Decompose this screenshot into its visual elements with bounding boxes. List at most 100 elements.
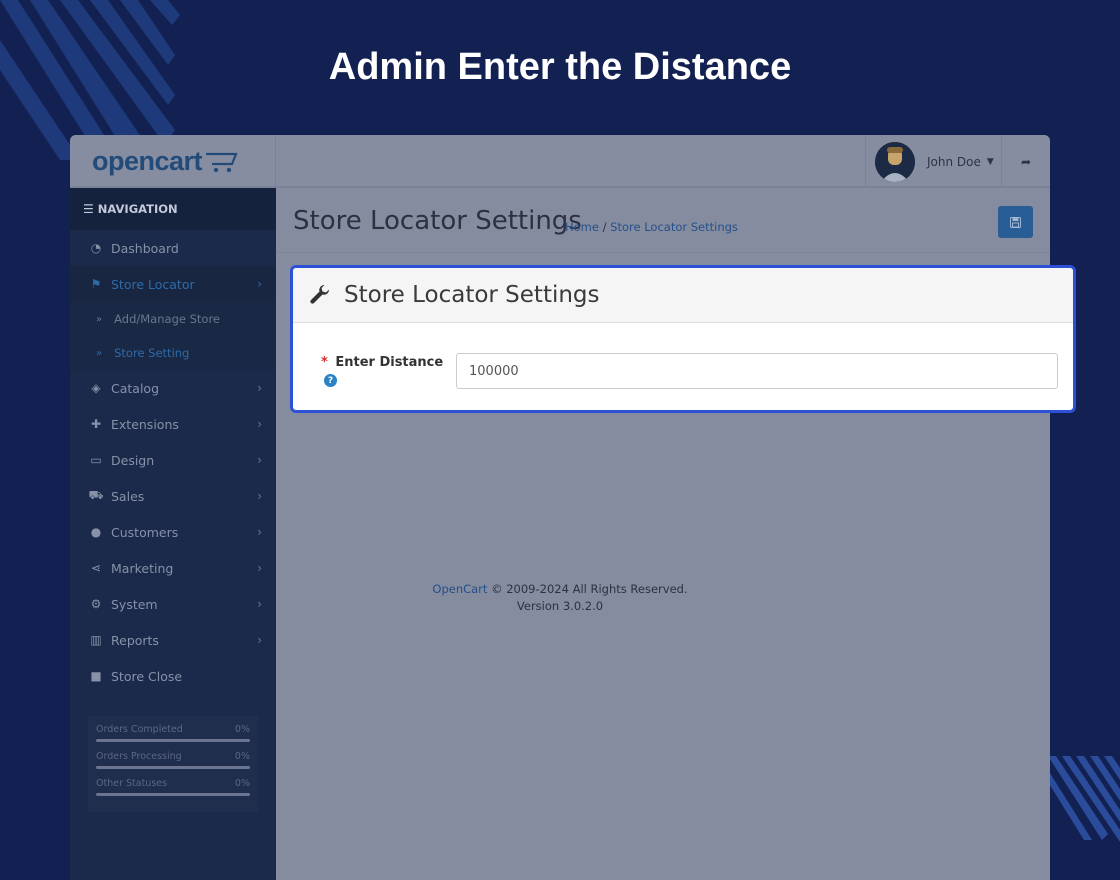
sidebar-item-label: Customers: [111, 524, 179, 540]
sidebar-item-catalog[interactable]: ◈ Catalog ›: [70, 370, 276, 406]
lock-icon: ■: [90, 669, 102, 683]
stat-label: Other Statuses: [96, 778, 168, 789]
flag-icon: ⚑: [90, 277, 102, 291]
cart-logo-icon: [206, 152, 238, 172]
stat-orders-completed: Orders Completed 0%: [96, 724, 250, 742]
sidebar-item-marketing[interactable]: ⋖ Marketing ›: [70, 550, 276, 586]
stat-progress-bar: [96, 793, 250, 796]
help-icon[interactable]: ?: [324, 374, 337, 387]
panel-header: Store Locator Settings: [293, 268, 1073, 323]
breadcrumb-current-link[interactable]: Store Locator Settings: [610, 220, 738, 234]
sidebar-item-label: Reports: [111, 632, 159, 648]
sidebar-item-label: System: [111, 596, 158, 612]
sidebar-item-label: Sales: [111, 488, 145, 504]
logout-button[interactable]: ➦: [1001, 135, 1050, 188]
sign-out-icon: ➦: [1020, 154, 1032, 169]
sidebar-item-store-close[interactable]: ■ Store Close: [70, 658, 276, 694]
stat-progress-bar: [96, 739, 250, 742]
enter-distance-label: * Enter Distance: [321, 355, 443, 370]
sidebar-item-label: Marketing: [111, 560, 174, 576]
panel-title: Store Locator Settings: [344, 282, 600, 308]
sidebar-item-design[interactable]: ▭ Design ›: [70, 442, 276, 478]
breadcrumb-separator: /: [602, 220, 607, 234]
sidebar-item-extensions[interactable]: ✚ Extensions ›: [70, 406, 276, 442]
stat-progress-bar: [96, 766, 250, 769]
decorative-stripes-bottom-right: [1048, 756, 1120, 846]
stat-value: 0%: [234, 751, 250, 762]
sidebar-item-store-locator[interactable]: ⚑ Store Locator ›: [70, 266, 276, 302]
order-stats: Orders Completed 0% Orders Processing 0%…: [88, 716, 258, 812]
stat-label: Orders Processing: [96, 751, 182, 762]
breadcrumb-home-link[interactable]: Home: [565, 220, 599, 234]
double-chevron-icon: »: [96, 347, 103, 359]
tags-icon: ◈: [91, 381, 101, 395]
chevron-right-icon: ›: [257, 277, 262, 291]
chevron-right-icon: ›: [257, 561, 262, 575]
chevron-right-icon: ›: [257, 417, 262, 431]
sidebar-item-label: Store Close: [111, 668, 183, 684]
sidebar: ☰ NAVIGATION ◔ Dashboard ⚑ Store Locator…: [70, 188, 276, 880]
required-marker: *: [321, 355, 328, 370]
user-name: John Doe: [927, 154, 981, 169]
double-chevron-icon: »: [96, 313, 103, 325]
wrench-icon: [310, 284, 330, 304]
cart-icon: ⛟: [88, 488, 104, 502]
chevron-right-icon: ›: [257, 633, 262, 647]
logo[interactable]: opencart: [70, 135, 276, 188]
enter-distance-label-text: Enter Distance: [335, 355, 444, 370]
footer-opencart-link[interactable]: OpenCart: [432, 582, 487, 596]
stat-label: Orders Completed: [96, 724, 183, 735]
sidebar-subitem-add-manage-store[interactable]: » Add/Manage Store: [70, 302, 276, 336]
sidebar-subitem-label: Store Setting: [114, 346, 190, 360]
sidebar-item-label: Extensions: [111, 416, 179, 432]
logo-text: opencart: [92, 146, 203, 176]
gear-icon: ⚙: [90, 597, 102, 611]
admin-app-window: opencart John Doe ▼ ➦ ☰ NAVIGATION ◔ Das…: [70, 135, 1050, 880]
sidebar-item-sales[interactable]: ⛟ Sales ›: [70, 478, 276, 514]
sidebar-item-label: Catalog: [111, 380, 160, 396]
distance-input[interactable]: [456, 353, 1058, 389]
chevron-right-icon: ›: [257, 453, 262, 467]
store-locator-submenu: » Add/Manage Store » Store Setting: [70, 302, 276, 370]
sidebar-item-customers[interactable]: ● Customers ›: [70, 514, 276, 550]
divider: [276, 252, 1050, 253]
footer: OpenCart © 2009-2024 All Rights Reserved…: [276, 581, 844, 615]
footer-copyright: © 2009-2024 All Rights Reserved.: [491, 582, 688, 596]
chevron-right-icon: ›: [257, 525, 262, 539]
chevron-right-icon: ›: [257, 489, 262, 503]
page-title: Store Locator Settings: [293, 206, 582, 236]
user-menu[interactable]: John Doe ▼: [865, 135, 1001, 188]
top-bar: opencart John Doe ▼ ➦: [70, 135, 1050, 188]
sidebar-item-label: Dashboard: [111, 240, 179, 256]
store-locator-settings-panel: Store Locator Settings * Enter Distance …: [290, 265, 1076, 413]
chevron-down-icon: ▼: [986, 156, 994, 167]
sidebar-item-reports[interactable]: ▥ Reports ›: [70, 622, 276, 658]
chevron-right-icon: ›: [257, 381, 262, 395]
breadcrumb: Home / Store Locator Settings: [565, 220, 738, 234]
stat-orders-processing: Orders Processing 0%: [96, 751, 250, 769]
dashboard-icon: ◔: [90, 241, 102, 255]
sidebar-item-label: Design: [111, 452, 155, 468]
stat-value: 0%: [234, 778, 250, 789]
sidebar-subitem-store-setting[interactable]: » Store Setting: [70, 336, 276, 370]
menu-icon: ☰: [83, 202, 94, 216]
avatar: [875, 141, 915, 182]
stat-other-statuses: Other Statuses 0%: [96, 778, 250, 796]
chevron-right-icon: ›: [257, 597, 262, 611]
share-icon: ⋖: [90, 561, 102, 575]
user-icon: ●: [90, 525, 102, 539]
nav-heading-label: NAVIGATION: [97, 202, 178, 216]
stat-value: 0%: [234, 724, 250, 735]
bar-chart-icon: ▥: [90, 633, 102, 647]
save-button[interactable]: [998, 206, 1033, 238]
puzzle-icon: ✚: [90, 417, 102, 431]
headline: Admin Enter the Distance: [328, 46, 792, 88]
monitor-icon: ▭: [90, 453, 102, 467]
nav-heading: ☰ NAVIGATION: [70, 188, 276, 230]
sidebar-subitem-label: Add/Manage Store: [114, 312, 220, 326]
sidebar-item-system[interactable]: ⚙ System ›: [70, 586, 276, 622]
footer-version: Version 3.0.2.0: [516, 599, 604, 613]
sidebar-item-dashboard[interactable]: ◔ Dashboard: [70, 230, 276, 266]
floppy-disk-icon: [1010, 216, 1021, 228]
sidebar-item-label: Store Locator: [111, 276, 195, 292]
